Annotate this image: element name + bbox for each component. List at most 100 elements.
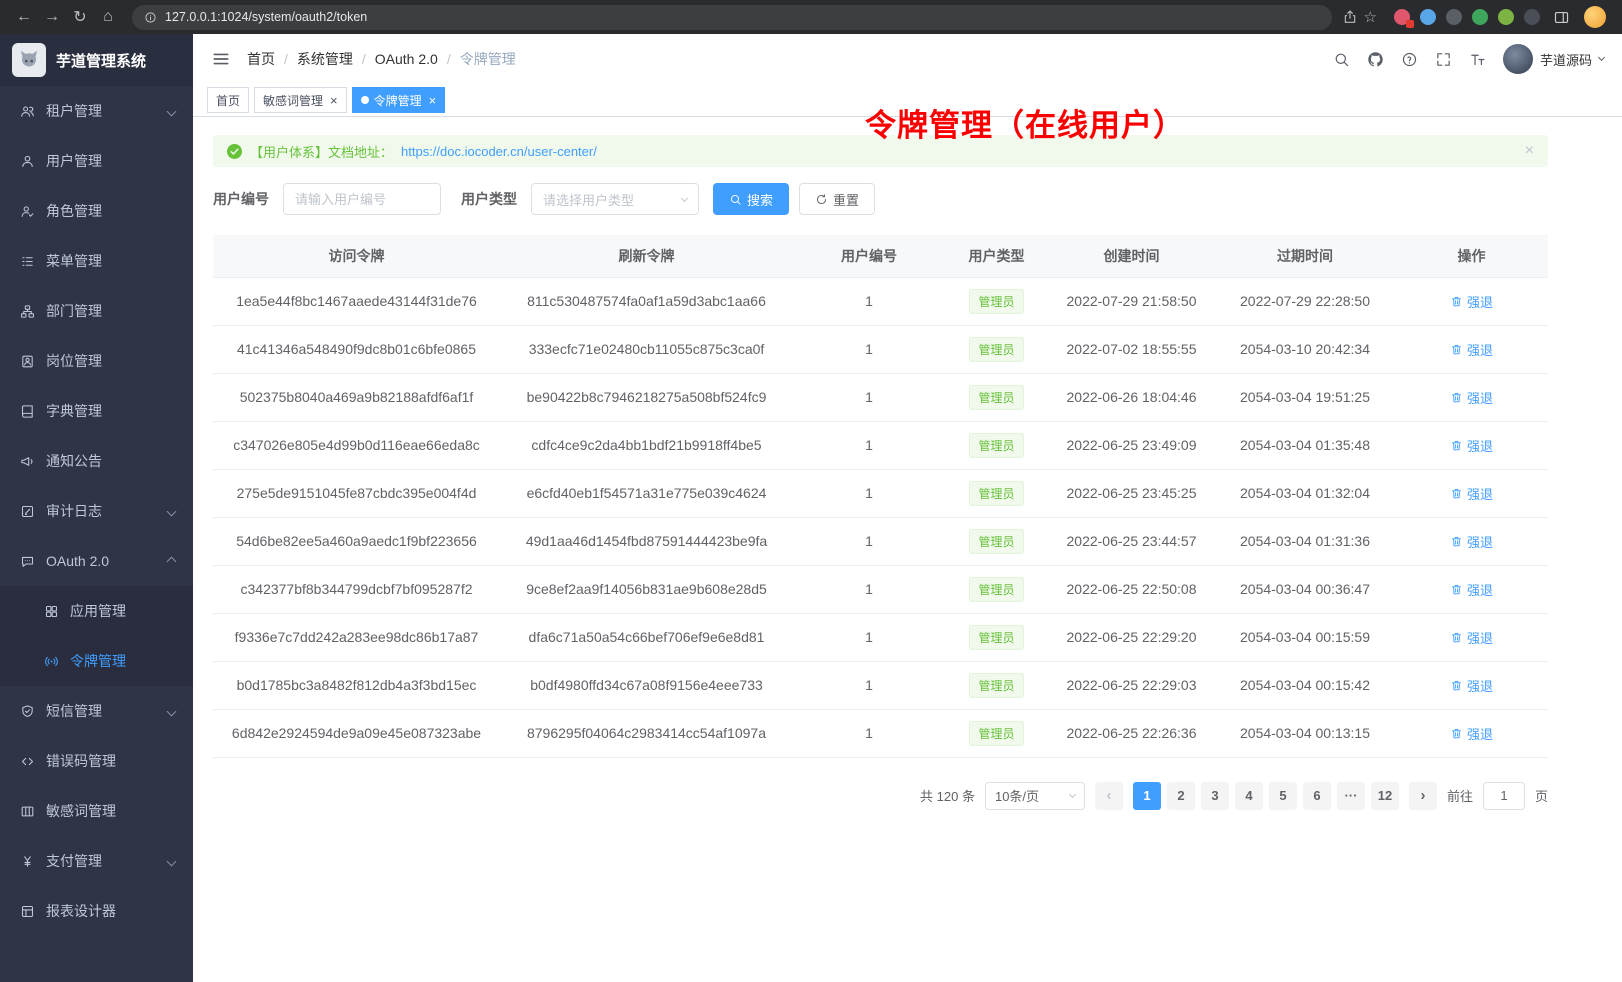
close-icon[interactable]: ×	[429, 94, 437, 107]
force-logout-button[interactable]: 强退	[1450, 436, 1493, 455]
goto-page-input[interactable]	[1483, 782, 1525, 810]
table-row: c342377bf8b344799dcbf7bf095287f29ce8ef2a…	[213, 565, 1548, 613]
next-page-button[interactable]: ›	[1409, 782, 1437, 810]
breadcrumb-item[interactable]: OAuth 2.0	[375, 51, 438, 67]
tab-item[interactable]: 首页	[207, 87, 249, 113]
sidebar-item-sms[interactable]: 短信管理	[0, 686, 193, 736]
breadcrumb-item[interactable]: 首页	[247, 49, 275, 69]
sidebar-item-app[interactable]: 应用管理	[0, 586, 193, 636]
breadcrumb-separator: /	[284, 51, 288, 67]
sidebar-item-report[interactable]: 报表设计器	[0, 886, 193, 936]
oauth-icon	[20, 554, 35, 569]
prev-page-button[interactable]: ‹	[1095, 782, 1123, 810]
sidebar-item-label: 短信管理	[46, 701, 168, 721]
page-button[interactable]: 12	[1371, 782, 1399, 810]
page-button[interactable]: 3	[1201, 782, 1229, 810]
share-icon[interactable]	[1342, 9, 1358, 25]
breadcrumb-item[interactable]: 系统管理	[297, 49, 353, 69]
table-header-row: 访问令牌刷新令牌用户编号用户类型创建时间过期时间操作	[213, 235, 1548, 277]
column-header: 刷新令牌	[500, 235, 793, 277]
close-icon[interactable]: ×	[1525, 142, 1534, 160]
page-button[interactable]: 4	[1235, 782, 1263, 810]
sidebar-item-label: 支付管理	[46, 851, 168, 871]
home-button[interactable]: ⌂	[94, 3, 122, 31]
back-button[interactable]: ←	[10, 3, 38, 31]
reset-button[interactable]: 重置	[799, 183, 875, 215]
sidebar-item-dept[interactable]: 部门管理	[0, 286, 193, 336]
page-button[interactable]: 5	[1269, 782, 1297, 810]
force-logout-button[interactable]: 强退	[1450, 340, 1493, 359]
page-button[interactable]: 6	[1303, 782, 1331, 810]
user-menu[interactable]: 芋道源码	[1503, 44, 1604, 74]
sidebar-item-label: 菜单管理	[46, 251, 175, 271]
force-logout-button[interactable]: 强退	[1450, 676, 1493, 695]
browser-profile-avatar[interactable]	[1584, 6, 1606, 28]
reload-button[interactable]: ↻	[66, 3, 94, 31]
force-logout-label: 强退	[1467, 292, 1493, 311]
pages-ellipsis-button[interactable]: ···	[1337, 782, 1365, 810]
close-icon[interactable]: ×	[330, 94, 338, 107]
search-button[interactable]: 搜索	[713, 183, 789, 215]
sidebar-item-label: 审计日志	[46, 501, 168, 521]
chevron-down-icon	[167, 106, 177, 116]
force-logout-button[interactable]: 强退	[1450, 628, 1493, 647]
sidebar-item-pay[interactable]: 支付管理	[0, 836, 193, 886]
doc-link[interactable]: https://doc.iocoder.cn/user-center/	[401, 144, 597, 159]
sidebar-item-menu[interactable]: 菜单管理	[0, 236, 193, 286]
page-button[interactable]: 2	[1167, 782, 1195, 810]
extension-green[interactable]	[1472, 9, 1488, 25]
sidebar-item-role[interactable]: 角色管理	[0, 186, 193, 236]
force-logout-button[interactable]: 强退	[1450, 388, 1493, 407]
tab-item[interactable]: 敏感词管理×	[254, 87, 347, 113]
extension-lime[interactable]	[1498, 9, 1514, 25]
forward-button[interactable]: →	[38, 3, 66, 31]
user-id-input[interactable]	[283, 183, 441, 215]
expand-icon[interactable]	[1435, 51, 1452, 68]
page-size-select[interactable]: 10条/页	[985, 782, 1085, 810]
force-logout-button[interactable]: 强退	[1450, 580, 1493, 599]
tab-item[interactable]: 令牌管理×	[352, 87, 446, 113]
user-icon	[20, 154, 35, 169]
page-button[interactable]: 1	[1133, 782, 1161, 810]
sidebar-item-log[interactable]: 审计日志	[0, 486, 193, 536]
user-type-placeholder: 请选择用户类型	[543, 190, 634, 209]
pagination: 共 120 条 10条/页 ‹ 123456···12 › 前往 页	[213, 782, 1548, 810]
sidebar-item-errcode[interactable]: 错误码管理	[0, 736, 193, 786]
sidebar-item-tenant[interactable]: 租户管理	[0, 86, 193, 136]
force-logout-button[interactable]: 强退	[1450, 484, 1493, 503]
side-panel-icon[interactable]	[1553, 9, 1570, 26]
help-icon[interactable]	[1401, 51, 1418, 68]
github-icon[interactable]	[1367, 51, 1384, 68]
force-logout-button[interactable]: 强退	[1450, 532, 1493, 551]
breadcrumb: 首页/系统管理/OAuth 2.0/令牌管理	[247, 49, 516, 69]
force-logout-button[interactable]: 强退	[1450, 292, 1493, 311]
extension-blue[interactable]	[1420, 9, 1436, 25]
sidebar-item-oauth[interactable]: OAuth 2.0	[0, 536, 193, 586]
url-bar[interactable]: 127.0.0.1:1024/system/oauth2/token	[132, 5, 1332, 30]
sidebar-item-post[interactable]: 岗位管理	[0, 336, 193, 386]
user-type-select[interactable]: 请选择用户类型	[531, 183, 699, 215]
user-type-badge: 管理员	[969, 577, 1023, 602]
browser-chrome: ←→↻⌂ 127.0.0.1:1024/system/oauth2/token …	[0, 0, 1622, 34]
refresh-icon	[815, 193, 828, 206]
extension-gray[interactable]	[1524, 9, 1540, 25]
access-cell: 41c41346a548490f9dc8b01c6bfe0865	[213, 325, 500, 373]
extension-dark[interactable]	[1446, 9, 1462, 25]
search-icon[interactable]	[1333, 51, 1350, 68]
sidebar-item-sensitive[interactable]: 敏感词管理	[0, 786, 193, 836]
sidebar-item-token[interactable]: 令牌管理	[0, 636, 193, 686]
total-count: 共 120 条	[920, 786, 975, 805]
fontsize-icon[interactable]	[1469, 51, 1486, 68]
bookmark-star-icon[interactable]: ☆	[1364, 8, 1377, 26]
extension-pink[interactable]	[1394, 9, 1410, 25]
sidebar-item-label: 错误码管理	[46, 751, 175, 771]
force-logout-label: 强退	[1467, 580, 1493, 599]
sidebar-item-notice[interactable]: 通知公告	[0, 436, 193, 486]
force-logout-button[interactable]: 强退	[1450, 724, 1493, 743]
sidebar-item-dict[interactable]: 字典管理	[0, 386, 193, 436]
table-row: f9336e7c7dd242a283ee98dc86b17a87dfa6c71a…	[213, 613, 1548, 661]
table-row: 54d6be82ee5a460a9aedc1f9bf22365649d1aa46…	[213, 517, 1548, 565]
hamburger-icon[interactable]	[211, 49, 231, 69]
sidebar-item-user[interactable]: 用户管理	[0, 136, 193, 186]
breadcrumb-separator: /	[447, 51, 451, 67]
